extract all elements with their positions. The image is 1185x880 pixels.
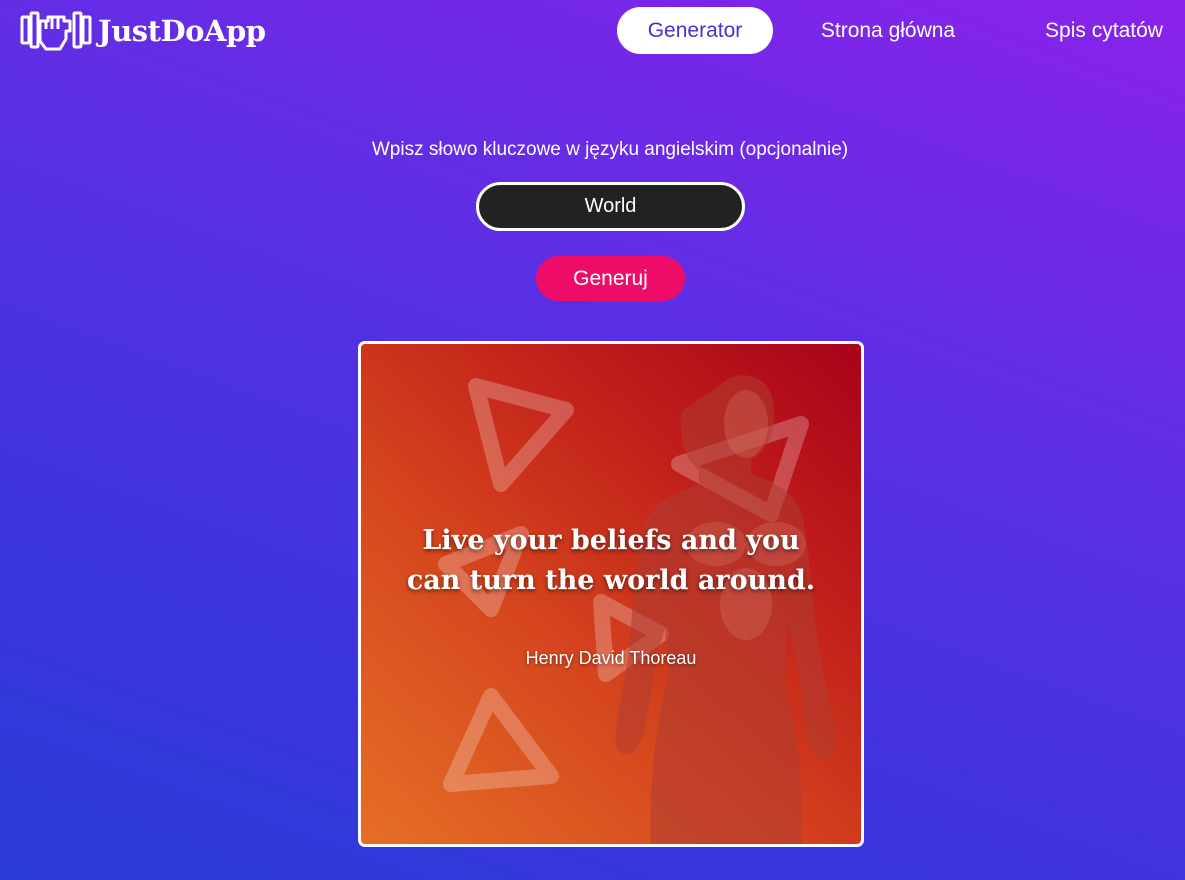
quote-author: Henry David Thoreau: [525, 648, 697, 668]
fist-dumbbell-icon: [20, 11, 92, 51]
quote-text: Live your beliefs and you can turn the w…: [406, 525, 816, 596]
brand-name: JustDoApp: [98, 14, 266, 48]
brand-logo[interactable]: JustDoApp: [20, 9, 266, 53]
quote-card: Live your beliefs and you can turn the w…: [358, 341, 864, 847]
generate-button[interactable]: Generuj: [536, 256, 685, 301]
keyword-prompt: Wpisz słowo kluczowe w języku angielskim…: [371, 139, 849, 160]
keyword-input[interactable]: [476, 182, 745, 231]
nav-home[interactable]: Strona główna: [815, 7, 961, 54]
nav-quotes-list[interactable]: Spis cytatów: [1039, 7, 1169, 54]
nav-generator[interactable]: Generator: [617, 7, 773, 54]
